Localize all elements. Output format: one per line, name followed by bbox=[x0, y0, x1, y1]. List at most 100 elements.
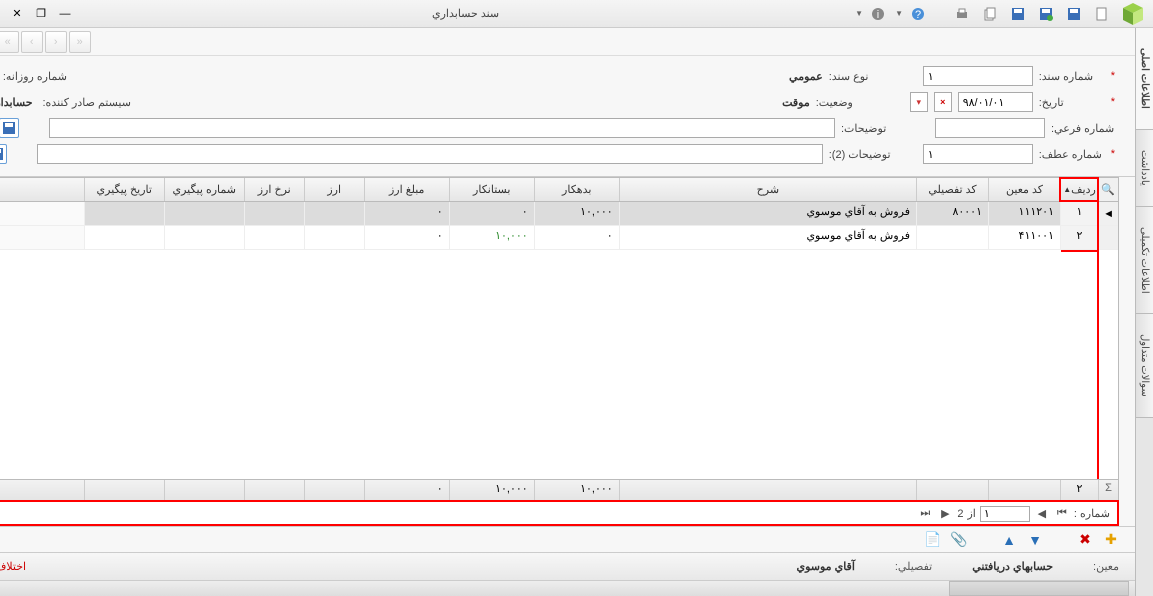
minimize-button[interactable]: — bbox=[54, 4, 76, 24]
footer-tafsil-label: تفصيلي: bbox=[895, 560, 932, 573]
desc2-input[interactable] bbox=[37, 144, 823, 164]
cell-prdate[interactable] bbox=[84, 202, 164, 225]
recnav-current-input[interactable] bbox=[980, 506, 1030, 522]
cell-bes[interactable]: ۰ bbox=[449, 202, 534, 225]
restore-button[interactable]: ❐ bbox=[30, 4, 52, 24]
footer-moein-label: معين: bbox=[1093, 560, 1119, 573]
save-new-icon[interactable] bbox=[1007, 4, 1029, 24]
dropdown-icon[interactable]: ▼ bbox=[855, 9, 863, 18]
sub-no-input[interactable] bbox=[935, 118, 1045, 138]
copy-icon[interactable] bbox=[979, 4, 1001, 24]
col-tafsil[interactable]: كد تفصيلي bbox=[916, 178, 988, 201]
move-down-icon[interactable]: ▼ bbox=[1027, 532, 1043, 548]
cell-tafsil[interactable] bbox=[916, 226, 988, 249]
move-up-icon[interactable]: ▲ bbox=[1001, 532, 1017, 548]
doc-no-input[interactable] bbox=[923, 66, 1033, 86]
cell-prnum[interactable] bbox=[164, 202, 244, 225]
desc1-input[interactable] bbox=[49, 118, 835, 138]
col-desc[interactable]: شرح bbox=[619, 178, 916, 201]
cell-moein[interactable]: ۴۱۱۰۰۱ bbox=[988, 226, 1060, 249]
cell-rate[interactable] bbox=[244, 226, 304, 249]
print-icon[interactable] bbox=[951, 4, 973, 24]
cell-arz[interactable] bbox=[304, 226, 364, 249]
cell-mablagh[interactable]: ۰ bbox=[364, 226, 449, 249]
date-clear-icon[interactable]: × bbox=[934, 92, 952, 112]
recnav-label: شماره : bbox=[1074, 507, 1110, 520]
recnav-next-icon[interactable]: ▶ bbox=[937, 506, 953, 522]
cell-bed[interactable]: ۰ bbox=[534, 226, 619, 249]
dropdown-icon[interactable]: ▼ bbox=[895, 9, 903, 18]
grid-row[interactable]: ۲ ۴۱۱۰۰۱ فروش به آقاي موسوي ۰ ۱۰,۰۰۰ ۰ bbox=[0, 226, 1118, 250]
col-bed[interactable]: بدهكار bbox=[534, 178, 619, 201]
total-bed: ۱۰,۰۰۰ bbox=[534, 480, 619, 501]
recnav-of-label: از bbox=[968, 507, 976, 520]
date-picker-icon[interactable]: ▾ bbox=[910, 92, 928, 112]
side-tab-faq[interactable]: سوالات متداول bbox=[1136, 314, 1153, 418]
nav-last-icon[interactable]: » bbox=[69, 31, 91, 53]
recnav-first-icon[interactable]: ⏮ bbox=[1054, 506, 1070, 522]
save-desc2-icon[interactable] bbox=[0, 144, 7, 164]
cell-row: ۱ bbox=[1060, 202, 1098, 225]
doc-no-label: شماره سند: bbox=[1039, 70, 1103, 83]
cell-bes[interactable]: ۱۰,۰۰۰ bbox=[449, 226, 534, 249]
nav-prev-icon[interactable]: ‹ bbox=[21, 31, 43, 53]
info-icon[interactable]: i bbox=[867, 4, 889, 24]
save-icon[interactable] bbox=[1063, 4, 1085, 24]
col-prdate[interactable]: تاريخ پيگيري bbox=[84, 178, 164, 201]
row-marker-icon: ◄ bbox=[1098, 202, 1118, 225]
delete-row-icon[interactable]: ✖ bbox=[1077, 532, 1093, 548]
cell-moein[interactable]: ۱۱۱۲۰۱ bbox=[988, 202, 1060, 225]
col-prnum[interactable]: شماره پيگيري bbox=[164, 178, 244, 201]
col-moein[interactable]: كد معين bbox=[988, 178, 1060, 201]
help-icon[interactable]: ? bbox=[907, 4, 929, 24]
cell-rate[interactable] bbox=[244, 202, 304, 225]
add-row-icon[interactable]: ✚ bbox=[1103, 532, 1119, 548]
grid-totals: Σ ۲ ۱۰,۰۰۰ ۱۰,۰۰۰ ۰ bbox=[0, 479, 1118, 501]
grid-row[interactable]: ◄ ۱ ۱۱۱۲۰۱ ۸۰۰۰۱ فروش به آقاي موسوي ۱۰,۰… bbox=[0, 202, 1118, 226]
grid-actions: ✚ ✖ ▼ ▲ 📎 📄 bbox=[0, 526, 1135, 552]
col-rate[interactable]: نرخ ارز bbox=[244, 178, 304, 201]
footer-diff-label: اختلاف: bbox=[0, 561, 26, 573]
side-tab-note[interactable]: یادداشت bbox=[1136, 130, 1153, 207]
doc-type-label: نوع سند: bbox=[829, 70, 893, 83]
recnav-last-icon[interactable]: ⏭ bbox=[917, 506, 933, 522]
new-doc-icon[interactable] bbox=[1091, 4, 1113, 24]
cell-desc[interactable]: فروش به آقاي موسوي bbox=[619, 202, 916, 225]
close-button[interactable]: ✕ bbox=[6, 4, 28, 24]
app-logo-icon bbox=[1119, 0, 1147, 28]
daily-no-label: شماره روزانه: bbox=[3, 70, 67, 83]
col-bes[interactable]: بستانكار bbox=[449, 178, 534, 201]
row-marker-icon bbox=[1098, 226, 1118, 249]
h-scrollbar[interactable] bbox=[0, 580, 1135, 596]
col-arz[interactable]: ارز bbox=[304, 178, 364, 201]
nav-next-icon[interactable]: › bbox=[45, 31, 67, 53]
cell-tafsil[interactable]: ۸۰۰۰۱ bbox=[916, 202, 988, 225]
col-mablagh[interactable]: مبلغ ارز bbox=[364, 178, 449, 201]
ref-no-label: شماره عطف: bbox=[1039, 148, 1103, 161]
date-input[interactable] bbox=[958, 92, 1033, 112]
cell-prnum[interactable] bbox=[164, 226, 244, 249]
side-tab-main[interactable]: اطلاعات اصلی bbox=[1136, 28, 1153, 130]
window-title: سند حسابداري bbox=[76, 7, 855, 20]
save-desc1-icon[interactable] bbox=[0, 118, 19, 138]
save-as-icon[interactable] bbox=[1035, 4, 1057, 24]
attach-icon[interactable]: 📎 bbox=[951, 532, 967, 548]
note-icon[interactable]: 📄 bbox=[925, 532, 941, 548]
recnav-prev-icon[interactable]: ◀ bbox=[1034, 506, 1050, 522]
cell-mablagh[interactable]: ۰ bbox=[364, 202, 449, 225]
nav-first-icon[interactable]: « bbox=[0, 31, 19, 53]
cell-prdate[interactable] bbox=[84, 226, 164, 249]
total-mablagh: ۰ bbox=[364, 480, 449, 501]
cell-desc[interactable]: فروش به آقاي موسوي bbox=[619, 226, 916, 249]
cell-row: ۲ bbox=[1060, 226, 1098, 249]
cell-bed[interactable]: ۱۰,۰۰۰ bbox=[534, 202, 619, 225]
ref-no-input[interactable] bbox=[923, 144, 1033, 164]
grid-body[interactable]: ◄ ۱ ۱۱۱۲۰۱ ۸۰۰۰۱ فروش به آقاي موسوي ۱۰,۰… bbox=[0, 202, 1118, 479]
sub-no-label: شماره فرعي: bbox=[1051, 122, 1115, 135]
cell-arz[interactable] bbox=[304, 202, 364, 225]
doc-type-value: عمومي bbox=[789, 70, 823, 83]
col-row[interactable]: رديف ▲ bbox=[1060, 178, 1098, 201]
side-tab-extra[interactable]: اطلاعات تکمیلی bbox=[1136, 207, 1153, 315]
grid-search-icon[interactable]: 🔍 bbox=[1098, 178, 1118, 201]
grid-header: 🔍 رديف ▲ كد معين كد تفصيلي شرح بدهكار بس… bbox=[0, 178, 1118, 202]
